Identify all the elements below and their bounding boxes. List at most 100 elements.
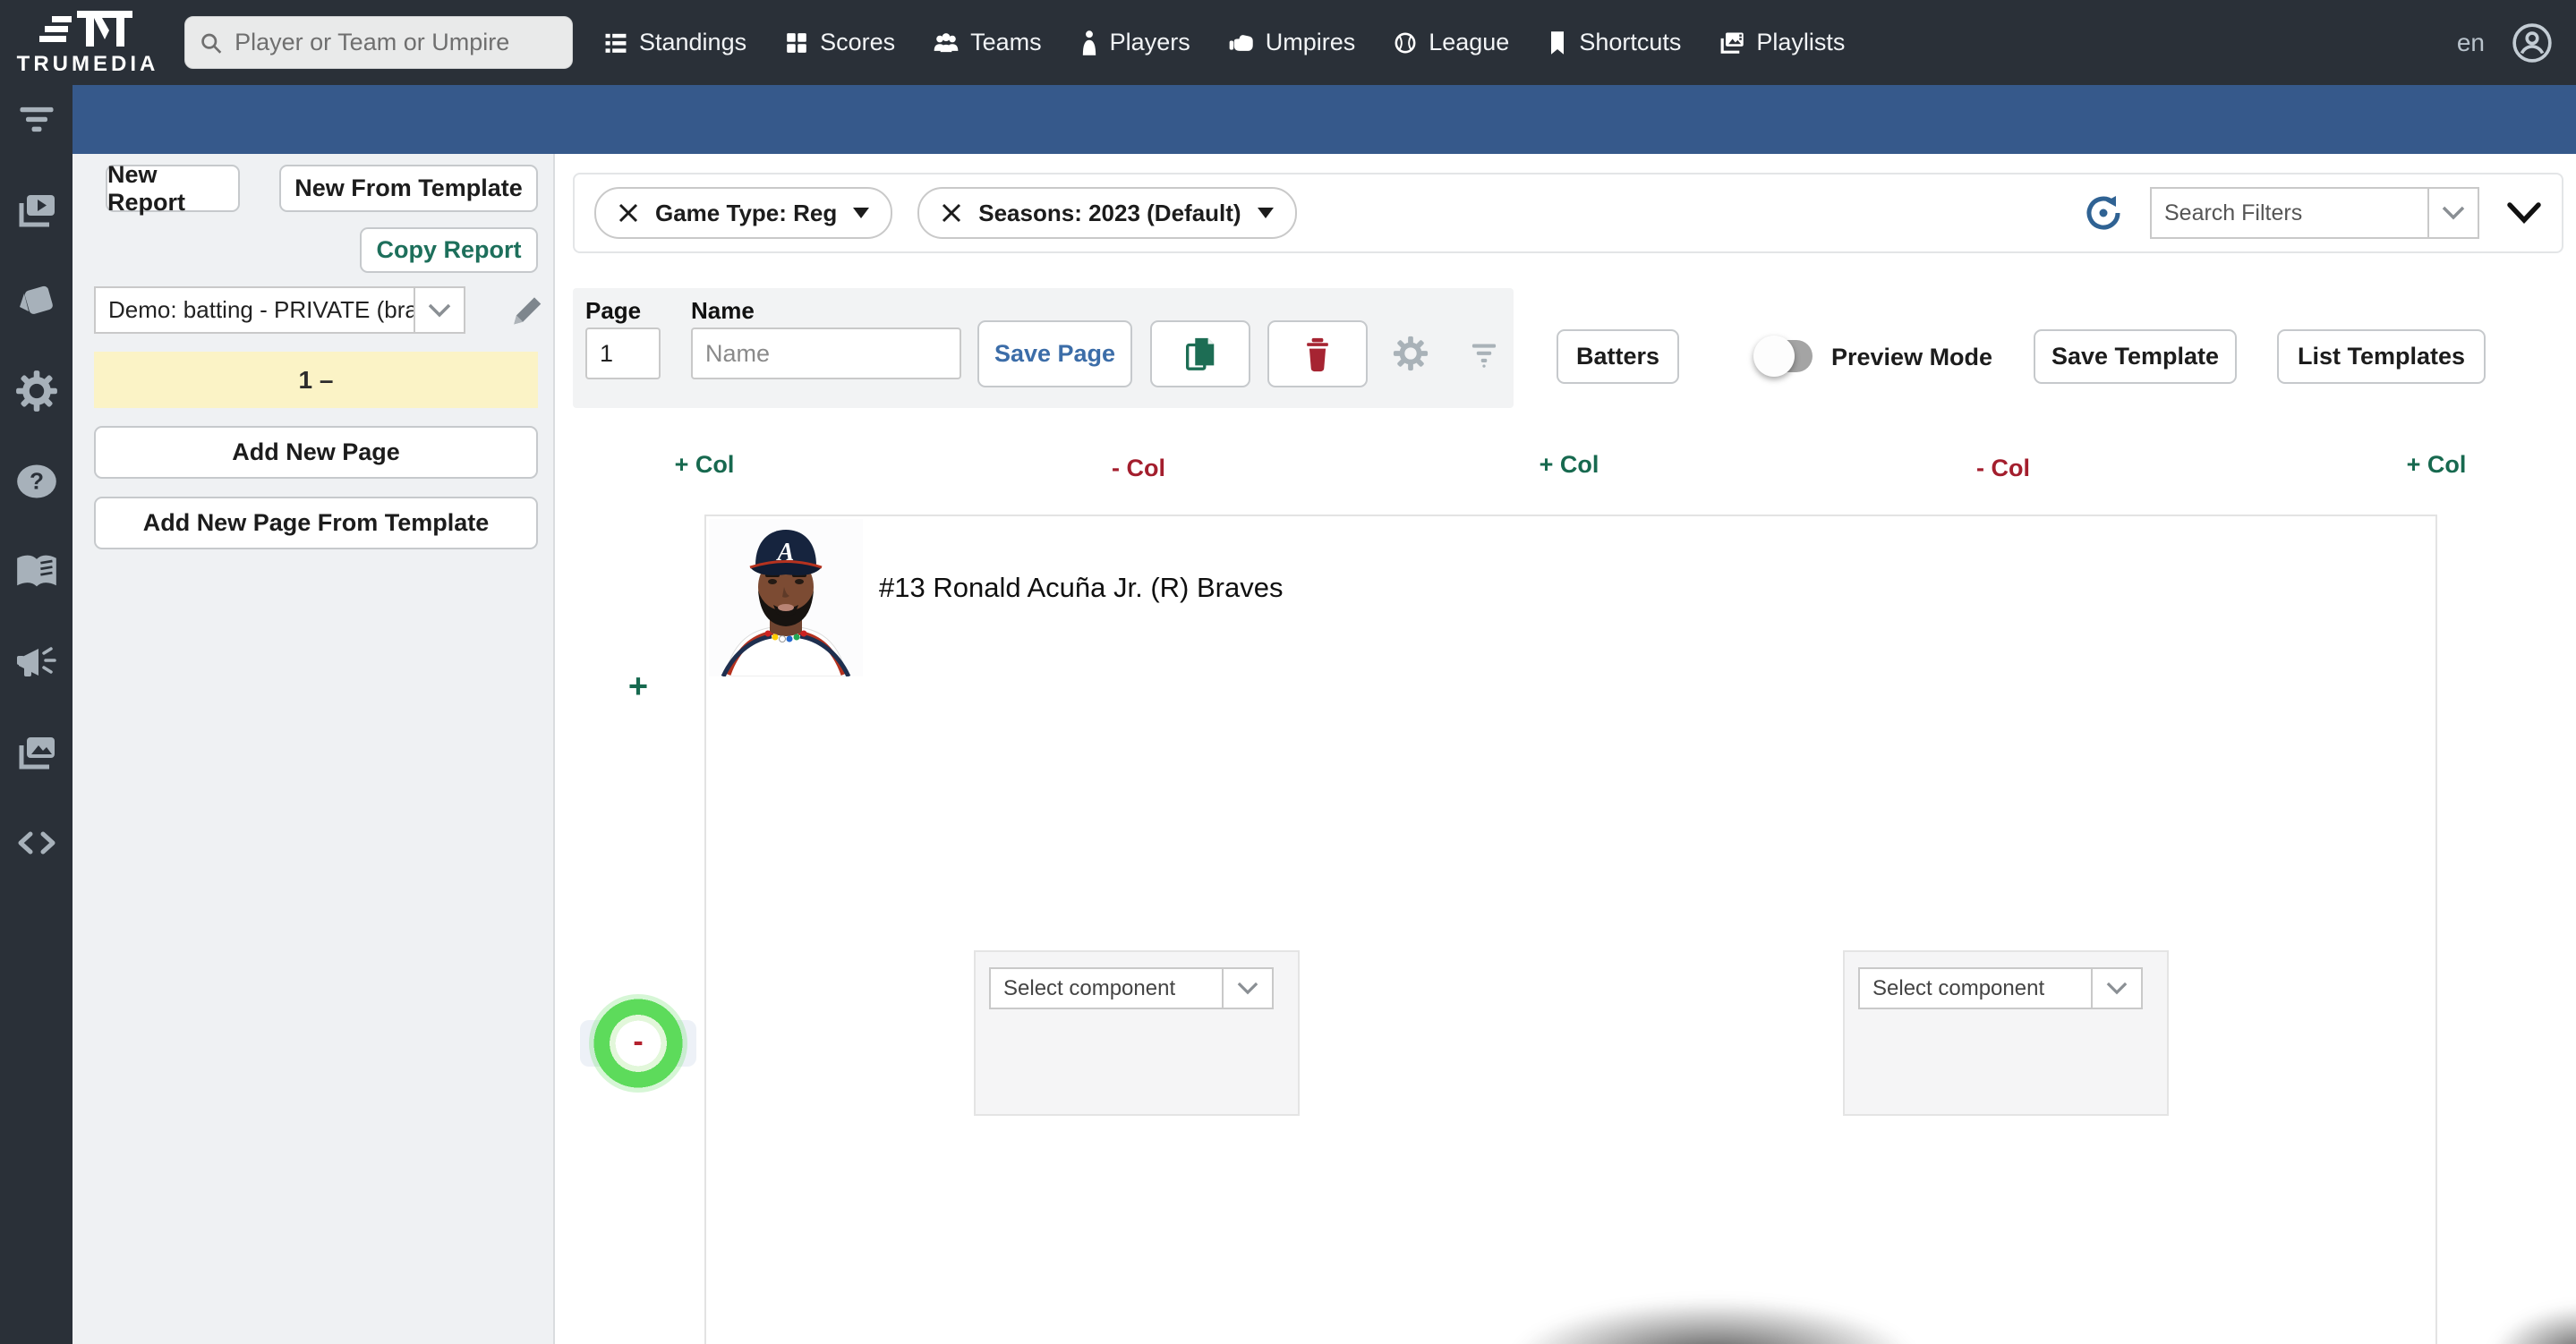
add-col-button[interactable]: + Col — [2407, 451, 2467, 479]
copy-page-button[interactable] — [1150, 320, 1250, 387]
search-icon — [201, 33, 222, 54]
nav-label: Playlists — [1756, 29, 1846, 55]
trumedia-logo[interactable]: TRUMEDIA — [11, 9, 165, 77]
settings-gear-icon[interactable] — [15, 370, 58, 413]
cards-deck-icon[interactable] — [15, 279, 58, 322]
search-input[interactable] — [233, 28, 558, 57]
edit-pencil-icon[interactable] — [508, 292, 543, 327]
nav-umpires[interactable]: Umpires — [1228, 29, 1355, 56]
page-number-input[interactable] — [585, 327, 661, 379]
nav-label: Standings — [639, 29, 747, 55]
chevron-down-icon — [1237, 982, 1258, 995]
page-filter-icon[interactable] — [1468, 338, 1500, 370]
preview-mode-toggle[interactable] — [1753, 336, 1813, 377]
list-templates-label: List Templates — [2297, 343, 2466, 370]
filter-chip-seasons[interactable]: Seasons: 2023 (Default) — [917, 187, 1297, 239]
remove-col-button[interactable]: - Col — [1976, 455, 2030, 482]
left-icon-rail: ? — [0, 85, 73, 1344]
new-from-template-label: New From Template — [294, 174, 523, 201]
new-report-button[interactable]: New Report — [106, 161, 240, 216]
svg-text:A: A — [776, 539, 795, 566]
nav-teams[interactable]: Teams — [933, 29, 1042, 56]
copy-report-button[interactable]: Copy Report — [360, 227, 538, 273]
help-icon[interactable]: ? — [15, 460, 58, 503]
nav-label: Shortcuts — [1579, 29, 1682, 55]
add-new-page-button[interactable]: Add New Page — [94, 426, 538, 479]
filter-chip-game-type[interactable]: Game Type: Reg — [594, 187, 893, 239]
caret-down-icon — [1257, 208, 1274, 218]
top-navbar: TRUMEDIA Standings Scores — [0, 0, 2576, 85]
select-component-dropdown[interactable]: Select component — [989, 967, 1274, 1009]
scores-grid-icon — [787, 32, 806, 53]
save-page-button[interactable]: Save Page — [977, 320, 1132, 387]
nav-shortcuts[interactable]: Shortcuts — [1547, 29, 1681, 56]
media-images-icon[interactable] — [15, 731, 58, 774]
report-selector-value: Demo: batting - PRIVATE (brad... — [108, 296, 414, 323]
teams-people-icon — [934, 32, 959, 52]
filter-chip-label: Game Type: Reg — [655, 199, 838, 226]
player-headshot: A — [709, 519, 863, 676]
new-from-template-button[interactable]: New From Template — [279, 165, 538, 212]
nav-players[interactable]: Players — [1079, 29, 1190, 56]
nav-right-group: en — [2457, 22, 2576, 64]
select-component-dropdown[interactable]: Select component — [1858, 967, 2143, 1009]
filter-sort-icon[interactable] — [15, 98, 58, 141]
list-templates-button[interactable]: List Templates — [2277, 329, 2486, 384]
save-template-button[interactable]: Save Template — [2034, 329, 2237, 384]
batters-label: Batters — [1575, 343, 1660, 370]
filter-history-icon[interactable] — [2084, 193, 2123, 233]
global-search[interactable] — [184, 16, 573, 69]
remove-row-label: - — [633, 1024, 644, 1059]
add-col-button[interactable]: + Col — [675, 451, 735, 479]
report-header-bar — [73, 85, 2576, 154]
below-fold-shadow-corner — [2490, 1305, 2576, 1344]
copy-report-label: Copy Report — [376, 236, 522, 263]
player-icon — [1082, 30, 1096, 55]
umpire-fist-icon — [1229, 34, 1253, 51]
page-list-item-label: 1 – — [298, 365, 334, 394]
nav-league[interactable]: League — [1393, 29, 1509, 56]
copy-icon — [1186, 337, 1215, 370]
page-name-input[interactable] — [691, 327, 961, 379]
nav-standings[interactable]: Standings — [603, 29, 746, 56]
caret-down-icon — [853, 208, 870, 218]
add-col-button[interactable]: + Col — [1540, 451, 1599, 479]
nav-scores[interactable]: Scores — [784, 29, 895, 56]
close-icon[interactable] — [618, 202, 639, 224]
page-card: A #13 Ronald Acuña Jr. (R) Braves — [704, 515, 2437, 1344]
remove-row-button[interactable]: - — [589, 994, 687, 1093]
select-component-value: Select component — [1872, 975, 2045, 1000]
report-selector-chevron — [414, 288, 464, 332]
search-filters-dropdown[interactable]: Search Filters — [2150, 187, 2479, 239]
search-filters-value: Search Filters — [2164, 200, 2303, 225]
select-component-chevron — [1222, 969, 1272, 1008]
report-sidebar: New Report New From Template Copy Report… — [73, 154, 555, 1344]
video-playlist-icon[interactable] — [15, 189, 58, 232]
add-new-page-from-template-label: Add New Page From Template — [142, 509, 490, 536]
page-settings-gear-icon[interactable] — [1392, 335, 1429, 372]
guide-book-icon[interactable] — [15, 550, 58, 593]
code-icon[interactable] — [15, 821, 58, 864]
standings-list-icon — [605, 33, 627, 53]
language-selector[interactable]: en — [2457, 29, 2485, 57]
remove-col-button[interactable]: - Col — [1112, 455, 1165, 482]
delete-page-button[interactable] — [1267, 320, 1368, 387]
component-slot: Select component — [974, 950, 1300, 1116]
add-new-page-label: Add New Page — [232, 438, 400, 465]
trash-icon — [1307, 337, 1328, 371]
search-filters-chevron — [2427, 189, 2478, 237]
new-report-label: New Report — [107, 160, 185, 216]
trumedia-logo-icon — [39, 10, 132, 47]
batters-button[interactable]: Batters — [1557, 329, 1679, 384]
add-row-button[interactable]: + — [628, 668, 648, 707]
nav-playlists[interactable]: Playlists — [1719, 29, 1845, 56]
report-selector[interactable]: Demo: batting - PRIVATE (brad... — [94, 286, 465, 334]
add-new-page-from-template-button[interactable]: Add New Page From Template — [94, 497, 538, 549]
nav-label: League — [1429, 29, 1510, 55]
user-avatar-icon[interactable] — [2512, 22, 2553, 64]
name-label: Name — [691, 297, 755, 324]
page-list-item-selected[interactable]: 1 – — [94, 352, 538, 408]
announcements-megaphone-icon[interactable] — [15, 641, 58, 684]
close-icon[interactable] — [941, 202, 962, 224]
collapse-chevron-icon[interactable] — [2506, 202, 2542, 224]
